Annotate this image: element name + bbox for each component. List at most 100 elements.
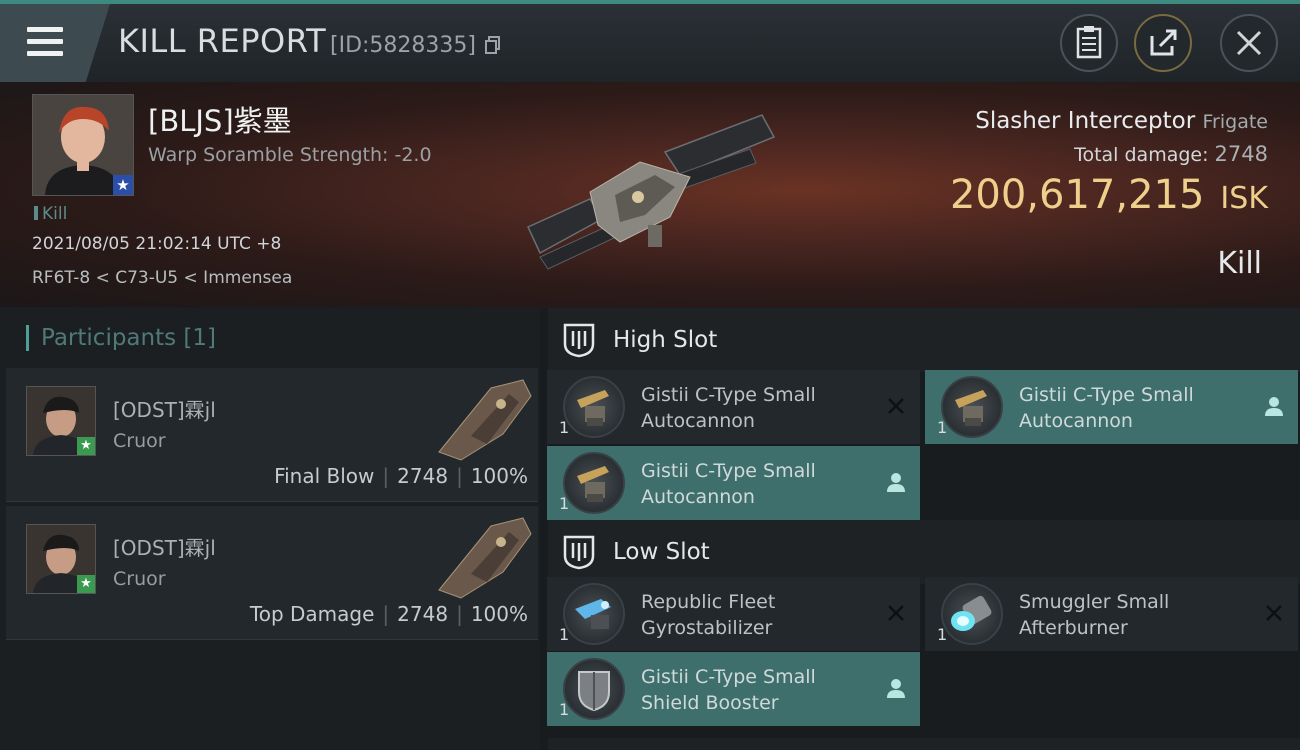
- module-quantity: 1: [937, 625, 948, 644]
- total-damage-label: Total damage:: [1074, 144, 1209, 166]
- participant-stats: Final Blow | 2748 | 100%: [274, 464, 528, 488]
- close-icon: [1236, 30, 1262, 56]
- ship-info: Slasher Interceptor Frigate: [860, 108, 1268, 134]
- module-name: Gistii C-Type Small Shield Booster: [641, 664, 871, 716]
- module-name-line2: Gyrostabilizer: [641, 617, 773, 639]
- next-slot-header: [548, 738, 1300, 750]
- module-name-line2: Autocannon: [641, 410, 755, 432]
- kill-tag-marker: [34, 206, 38, 220]
- warp-scramble-strength: Warp Soramble Strength: -2.0: [148, 144, 432, 166]
- participants-header: Participants [1]: [26, 325, 216, 351]
- module-name-line1: Smuggler Small: [1019, 591, 1170, 613]
- person-icon: [887, 473, 905, 492]
- low-slot-header: Low Slot: [548, 520, 1300, 584]
- ship-render: [438, 379, 532, 461]
- module-name-line1: Gistii C-Type Small: [641, 666, 816, 688]
- destroyed-x-icon: [888, 398, 904, 414]
- kill-id: [ID:5828335]: [330, 33, 476, 58]
- page-title: KILL REPORT: [118, 22, 327, 60]
- slot-icon: [563, 323, 595, 358]
- star-badge-icon: ★: [77, 575, 95, 593]
- slot-title: Low Slot: [613, 539, 710, 565]
- module-name-line1: Gistii C-Type Small: [641, 384, 816, 406]
- participant-name: [ODST]霖jl: [113, 398, 216, 422]
- gyrostabilizer-icon: [563, 583, 625, 645]
- participant-portrait[interactable]: ★: [26, 524, 96, 594]
- isk-unit: ISK: [1220, 181, 1268, 216]
- autocannon-icon: [563, 452, 625, 514]
- module-name-line1: Gistii C-Type Small: [641, 460, 816, 482]
- autocannon-icon: [941, 376, 1003, 438]
- module-item[interactable]: 1 Gistii C-Type Small Shield Booster: [547, 652, 920, 726]
- high-slot-header: High Slot: [548, 308, 1300, 372]
- autocannon-icon: [563, 376, 625, 438]
- module-name-line2: Autocannon: [641, 486, 755, 508]
- participant-card[interactable]: ★ [ODST]霖jl Cruor Top Damage | 2748 | 100%: [6, 506, 538, 640]
- module-name-line2: Shield Booster: [641, 692, 779, 714]
- module-item[interactable]: 1 Gistii C-Type Small Autocannon: [925, 370, 1298, 444]
- participant-portrait[interactable]: ★: [26, 386, 96, 456]
- kill-datetime: 2021/08/05 21:02:14 UTC +8: [32, 234, 282, 254]
- module-quantity: 1: [559, 418, 570, 437]
- ship-class: Frigate: [1202, 111, 1268, 133]
- clipboard-icon: [1076, 26, 1102, 59]
- participant-percent: 100%: [470, 602, 528, 626]
- kill-location[interactable]: RF6T-8 < C73-U5 < Immensea: [32, 268, 292, 288]
- module-quantity: 1: [559, 494, 570, 513]
- divider: |: [456, 602, 463, 626]
- result-label: Kill: [1217, 246, 1262, 281]
- kill-tag-label: Kill: [42, 204, 68, 224]
- total-damage: Total damage: 2748: [860, 142, 1268, 166]
- star-badge-icon: ★: [113, 175, 133, 195]
- divider: |: [382, 602, 390, 626]
- kill-tag: Kill: [34, 204, 67, 224]
- participant-role: Top Damage: [249, 602, 375, 626]
- victim-portrait[interactable]: ★: [32, 94, 134, 196]
- report-button[interactable]: [1060, 14, 1118, 72]
- module-item[interactable]: 1 Smuggler Small Afterburner: [925, 577, 1298, 651]
- slot-icon: [563, 535, 595, 570]
- person-icon: [1265, 397, 1283, 416]
- participant-damage: 2748: [397, 602, 449, 626]
- module-name: Gistii C-Type Small Autocannon: [641, 382, 871, 434]
- module-item[interactable]: 1 Gistii C-Type Small Autocannon: [547, 446, 920, 520]
- participant-ship: Cruor: [113, 568, 166, 590]
- module-name: Gistii C-Type Small Autocannon: [641, 458, 871, 510]
- isk-value: 200,617,215: [949, 172, 1205, 218]
- victim-name: [BLJS]紫墨: [148, 104, 292, 138]
- divider: |: [382, 464, 390, 488]
- total-damage-value: 2748: [1214, 142, 1268, 166]
- participant-role: Final Blow: [274, 464, 375, 488]
- copy-icon: [485, 36, 500, 54]
- participant-percent: 100%: [470, 464, 528, 488]
- module-name-line2: Autocannon: [1019, 410, 1133, 432]
- module-item[interactable]: 1 Republic Fleet Gyrostabilizer: [547, 577, 920, 651]
- module-quantity: 1: [559, 700, 570, 719]
- module-item[interactable]: 1 Gistii C-Type Small Autocannon: [547, 370, 920, 444]
- person-icon: [887, 679, 905, 698]
- module-name-line1: Republic Fleet: [641, 591, 776, 613]
- destroyed-x-icon: [888, 605, 904, 621]
- module-name: Republic Fleet Gyrostabilizer: [641, 589, 871, 641]
- module-name: Gistii C-Type Small Autocannon: [1019, 382, 1249, 434]
- participant-card[interactable]: ★ [ODST]霖jl Cruor Final Blow | 2748 | 100%: [6, 368, 538, 502]
- ship-render: [438, 517, 532, 599]
- shield-booster-icon: [563, 658, 625, 720]
- module-name-line2: Afterburner: [1019, 617, 1128, 639]
- module-name-line1: Gistii C-Type Small: [1019, 384, 1194, 406]
- participant-name: [ODST]霖jl: [113, 536, 216, 560]
- module-quantity: 1: [937, 418, 948, 437]
- ship-render: [527, 114, 776, 270]
- star-badge-icon: ★: [77, 437, 95, 455]
- share-button[interactable]: [1134, 14, 1192, 72]
- close-button[interactable]: [1220, 14, 1278, 72]
- module-name: Smuggler Small Afterburner: [1019, 589, 1249, 641]
- share-icon: [1150, 29, 1177, 56]
- destroyed-x-icon: [1266, 605, 1282, 621]
- afterburner-icon: [941, 583, 1003, 645]
- participant-stats: Top Damage | 2748 | 100%: [250, 602, 528, 626]
- kill-id-label[interactable]: [ID:5828335]: [330, 33, 501, 58]
- isk-value-row: 200,617,215 ISK: [860, 172, 1268, 218]
- participant-ship: Cruor: [113, 430, 166, 452]
- participant-damage: 2748: [397, 464, 449, 488]
